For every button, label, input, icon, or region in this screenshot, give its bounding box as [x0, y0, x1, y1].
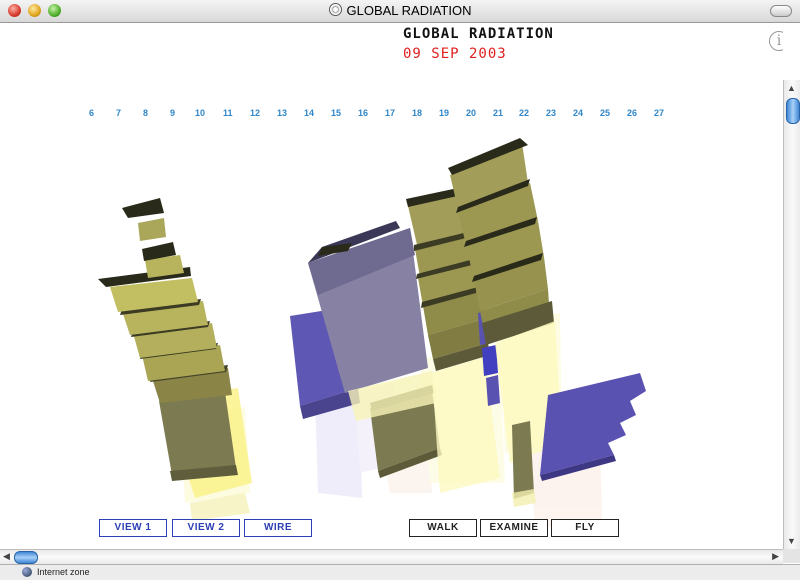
scroll-down-arrow-icon[interactable]: ▼ [787, 536, 796, 546]
hour-label: 12 [250, 108, 261, 118]
status-bar: Internet zone [0, 564, 800, 580]
hour-label: 14 [304, 108, 315, 118]
horizontal-scroll-thumb[interactable] [14, 551, 38, 564]
hour-label: 23 [546, 108, 557, 118]
scroll-right-arrow-icon[interactable]: ▶ [772, 551, 779, 562]
radiation-3d-scene[interactable] [0, 23, 783, 549]
hour-label: 10 [195, 108, 206, 118]
window-title: GLOBAL RADIATION [346, 3, 472, 18]
viewer-content[interactable]: GLOBAL RADIATION 09 SEP 2003 i 6 7 8 9 1… [0, 23, 783, 549]
document-icon [328, 3, 342, 16]
globe-icon [22, 567, 32, 577]
hour-label: 27 [654, 108, 665, 118]
hour-label: 24 [573, 108, 584, 118]
hour-label: 25 [600, 108, 611, 118]
view1-button[interactable]: VIEW 1 [99, 519, 167, 537]
hour-label: 8 [143, 108, 149, 118]
toolbar-toggle-button[interactable] [770, 5, 792, 17]
hour-label: 26 [627, 108, 638, 118]
window-titlebar: GLOBAL RADIATION [0, 0, 800, 23]
walk-button[interactable]: WALK [409, 519, 477, 537]
hour-label: 21 [493, 108, 504, 118]
scroll-up-arrow-icon[interactable]: ▲ [787, 83, 796, 93]
vertical-scrollbar[interactable]: ▲ ▼ [783, 80, 800, 549]
view2-button[interactable]: VIEW 2 [172, 519, 240, 537]
page-title: GLOBAL RADIATION [403, 26, 554, 42]
hour-label: 7 [116, 108, 122, 118]
hour-label: 17 [385, 108, 396, 118]
wire-button[interactable]: WIRE [244, 519, 312, 537]
hour-label: 19 [439, 108, 450, 118]
vertical-scroll-thumb[interactable] [786, 98, 800, 124]
hour-label: 16 [358, 108, 369, 118]
hour-label: 22 [519, 108, 530, 118]
hour-label: 11 [223, 108, 233, 118]
hour-label: 6 [89, 108, 95, 118]
hour-label: 9 [170, 108, 176, 118]
hour-label: 15 [331, 108, 342, 118]
scrollbar-corner [783, 549, 800, 563]
info-button[interactable]: i [769, 31, 783, 51]
scroll-left-arrow-icon[interactable]: ◀ [3, 551, 10, 562]
hour-label: 13 [277, 108, 288, 118]
left-radiation-stack [98, 198, 252, 521]
fly-button[interactable]: FLY [551, 519, 619, 537]
hour-label: 20 [466, 108, 477, 118]
hour-label: 18 [412, 108, 423, 118]
examine-button[interactable]: EXAMINE [480, 519, 548, 537]
window-title-container: GLOBAL RADIATION [0, 3, 800, 18]
horizontal-scrollbar[interactable]: ◀ ▶ [0, 549, 783, 564]
status-zone-text: Internet zone [37, 567, 90, 577]
hour-axis: 6 7 8 9 10 11 12 13 14 15 16 17 18 19 20… [0, 108, 783, 120]
date-label: 09 SEP 2003 [403, 46, 507, 62]
